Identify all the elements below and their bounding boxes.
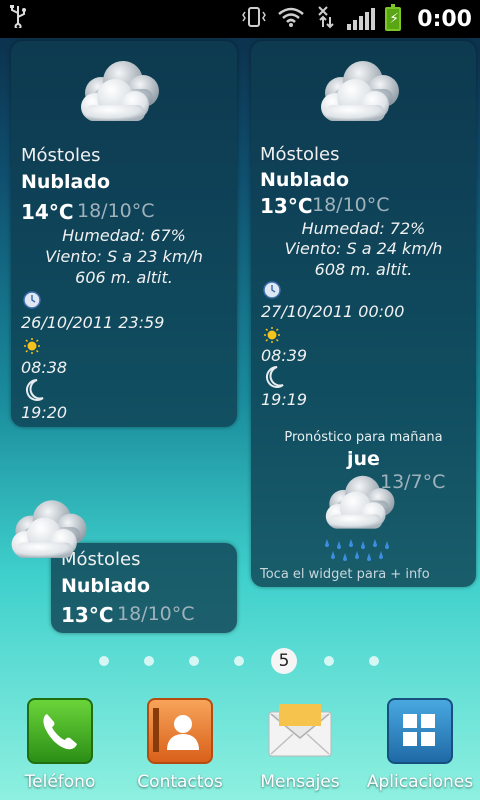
page-dot[interactable] [99, 656, 109, 666]
update-clock-icon [23, 291, 41, 309]
update-clock-icon [263, 281, 281, 299]
last-updated: 27/10/2011 00:00 [261, 302, 405, 321]
contacts-icon [147, 698, 213, 764]
app-dock: Teléfono Contactos Mensajes Aplicaciones [0, 690, 480, 800]
temperature-range: 18/10°C [77, 200, 155, 222]
widget-footer-hint: Toca el widget para + info [260, 567, 430, 582]
dock-label: Contactos [137, 772, 223, 792]
condition-label: Nublado [260, 169, 350, 191]
sunrise-icon [264, 327, 280, 343]
page-dot[interactable] [144, 656, 154, 666]
temperature-range: 18/10°C [117, 603, 195, 625]
dock-label: Teléfono [24, 772, 96, 792]
condition-label: Nublado [61, 575, 151, 597]
dock-apps[interactable]: Aplicaciones [360, 690, 480, 792]
page-dot[interactable] [369, 656, 379, 666]
clock: 0:00 [417, 6, 472, 32]
current-temperature: 13°C [260, 194, 313, 218]
altitude-label: 608 m. altit. [314, 260, 413, 279]
messages-icon [267, 698, 333, 764]
weather-widget-right[interactable]: Móstoles Nublado 13°C 18/10°C Humedad: 7… [251, 41, 476, 587]
sunset-time: 19:20 [21, 403, 68, 422]
page-dot[interactable] [189, 656, 199, 666]
data-transfer-icon [315, 5, 337, 34]
current-temperature: 13°C [61, 603, 114, 627]
sunrise-icon [24, 338, 40, 354]
wifi-icon [277, 6, 305, 33]
current-temperature: 14°C [21, 200, 74, 224]
page-dot[interactable] [234, 656, 244, 666]
dock-contacts[interactable]: Contactos [120, 690, 240, 792]
vibrate-icon [241, 6, 267, 33]
page-indicator: 5 [0, 648, 480, 674]
signal-bars-icon [347, 8, 376, 30]
cloudy-weather-icon [321, 61, 399, 121]
temperature-range: 18/10°C [312, 194, 390, 216]
forecast-title: Pronóstico para mañana [284, 430, 443, 445]
city-name: Móstoles [21, 145, 101, 166]
condition-label: Nublado [21, 171, 111, 193]
battery-charging-icon: ⚡ [385, 4, 402, 31]
wind-label: Viento: S a 23 km/h [45, 247, 203, 266]
sunset-time: 19:19 [261, 390, 308, 409]
humidity-label: Humedad: 67% [62, 226, 186, 245]
usb-icon [8, 4, 38, 34]
city-name: Móstoles [260, 144, 340, 165]
altitude-label: 606 m. altit. [75, 268, 173, 287]
moon-icon [26, 379, 44, 401]
status-bar: ⚡ 0:00 [0, 0, 480, 38]
dock-label: Aplicaciones [366, 772, 474, 792]
cloudy-weather-icon [11, 500, 87, 558]
rain-weather-icon [325, 475, 395, 561]
moon-icon [266, 366, 284, 388]
cloudy-weather-icon [81, 61, 159, 121]
dock-label: Mensajes [260, 772, 340, 792]
dock-phone[interactable]: Teléfono [0, 690, 120, 792]
last-updated: 26/10/2011 23:59 [21, 313, 165, 332]
current-page-dot[interactable]: 5 [271, 648, 297, 674]
dock-messages[interactable]: Mensajes [240, 690, 360, 792]
phone-icon [27, 698, 93, 764]
page-dot[interactable] [324, 656, 334, 666]
sunrise-time: 08:38 [21, 358, 68, 377]
apps-grid-icon [387, 698, 453, 764]
sunrise-time: 08:39 [261, 346, 308, 365]
wind-label: Viento: S a 24 km/h [284, 239, 443, 258]
weather-widget-left[interactable]: Móstoles Nublado 14°C 18/10°C Humedad: 6… [11, 41, 237, 427]
humidity-label: Humedad: 72% [301, 219, 426, 238]
